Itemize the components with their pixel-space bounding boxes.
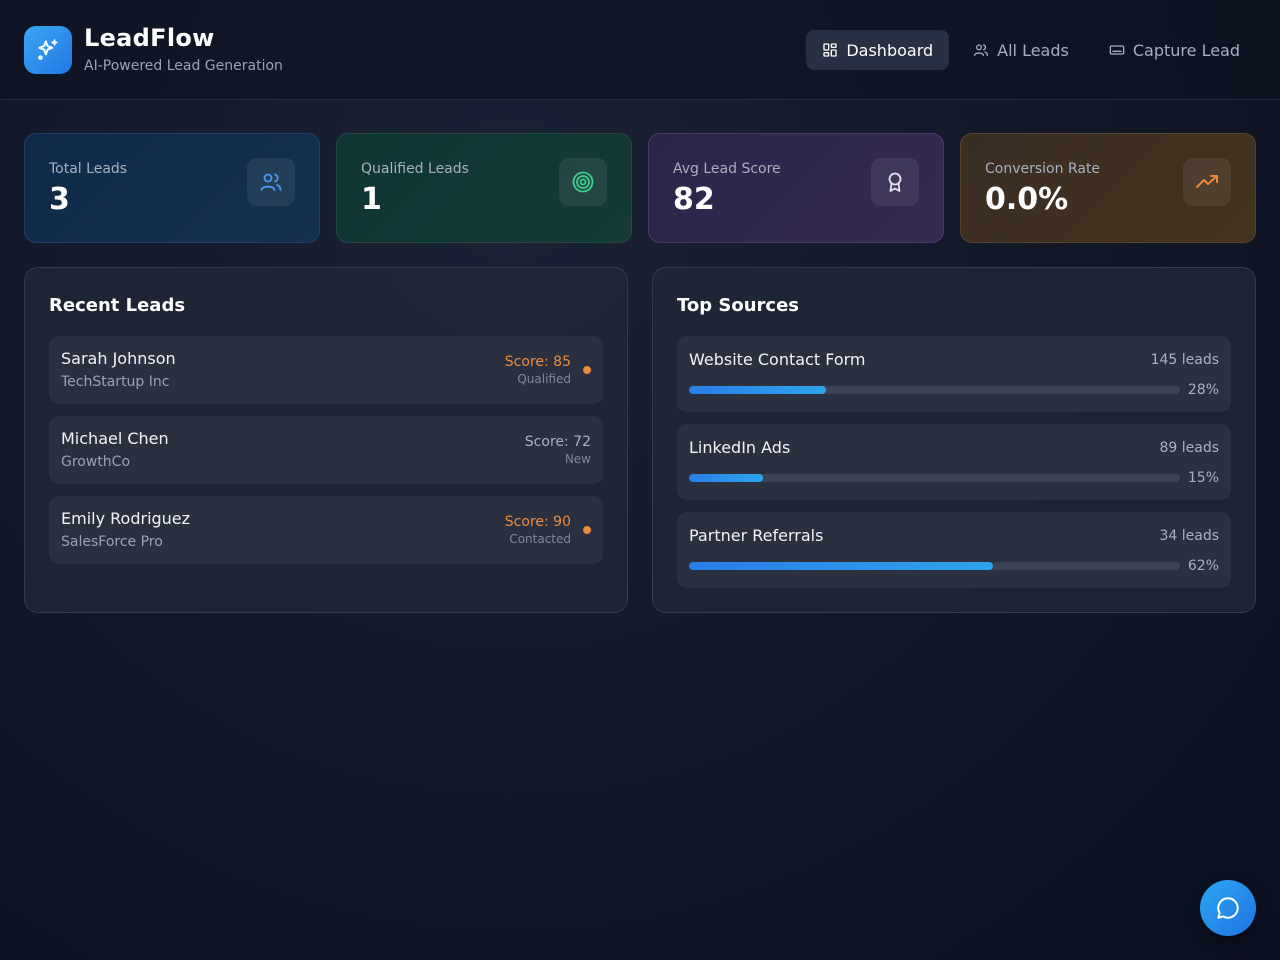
- stat-conversion-rate: Conversion Rate 0.0%: [960, 133, 1256, 243]
- lead-status: Qualified: [517, 372, 571, 386]
- hot-lead-dot: [583, 526, 591, 534]
- stat-value: 82: [673, 182, 715, 217]
- keyboard-icon: [1109, 45, 1125, 55]
- source-progress-track: [689, 386, 1180, 394]
- source-progress-fill: [689, 386, 827, 394]
- nav-capture-lead[interactable]: Capture Lead: [1093, 30, 1256, 70]
- app-logo[interactable]: [24, 26, 72, 74]
- users-icon: [974, 44, 989, 56]
- stat-value: 1: [361, 182, 382, 217]
- nav-capture-lead-label: Capture Lead: [1132, 40, 1240, 60]
- lead-company: TechStartup Inc: [61, 374, 170, 390]
- stat-label: Avg Lead Score: [673, 161, 781, 177]
- lead-name: Emily Rodriguez: [61, 509, 191, 528]
- stat-label: Conversion Rate: [985, 161, 1101, 177]
- nav-all-leads[interactable]: All Leads: [957, 30, 1085, 70]
- source-progress-fill: [689, 562, 994, 570]
- lead-score: Score: 90: [504, 514, 571, 530]
- stat-value: 0.0%: [985, 182, 1069, 217]
- source-progress-track: [689, 474, 1180, 482]
- lead-company: GrowthCo: [61, 454, 131, 470]
- list-item[interactable]: Michael Chen GrowthCo Score: 72 New: [49, 416, 603, 484]
- lead-name: Sarah Johnson: [61, 349, 176, 368]
- source-item: LinkedIn Ads 89 leads 15%: [677, 424, 1231, 500]
- list-item[interactable]: Emily Rodriguez SalesForce Pro Score: 90…: [49, 496, 603, 564]
- hot-lead-dot: [583, 366, 591, 374]
- lead-status: New: [564, 452, 591, 466]
- lead-name: Michael Chen: [61, 429, 169, 448]
- top-sources-panel: Top Sources Website Contact Form 145 lea…: [652, 267, 1256, 613]
- source-progress-fill: [689, 474, 763, 482]
- app-title: LeadFlow: [84, 24, 215, 52]
- source-item: Website Contact Form 145 leads 28%: [677, 336, 1231, 412]
- lead-company: SalesForce Pro: [61, 534, 163, 550]
- stat-qualified-leads: Qualified Leads 1: [336, 133, 632, 243]
- source-percent: 62%: [1187, 558, 1219, 574]
- stat-value: 3: [49, 182, 70, 217]
- source-percent: 28%: [1187, 382, 1219, 398]
- recent-leads-panel: Recent Leads Sarah Johnson TechStartup I…: [24, 267, 628, 613]
- stat-label: Total Leads: [49, 161, 128, 177]
- stat-total-leads: Total Leads 3: [24, 133, 320, 243]
- stat-icon-box: [247, 158, 295, 206]
- stat-icon-box: [1183, 158, 1231, 206]
- source-item: Partner Referrals 34 leads 62%: [677, 512, 1231, 588]
- app-subtitle: AI-Powered Lead Generation: [84, 58, 283, 74]
- nav-all-leads-label: All Leads: [997, 40, 1069, 60]
- stats-row: Total Leads 3 Qualified Leads 1 Avg Lead…: [24, 133, 1256, 243]
- source-percent: 15%: [1187, 470, 1219, 486]
- dashboard-grid-icon: [823, 43, 838, 57]
- target-icon: [572, 171, 594, 193]
- nav-dashboard-label: Dashboard: [846, 40, 934, 60]
- source-name: Partner Referrals: [689, 526, 824, 545]
- award-icon: [888, 172, 902, 192]
- chat-bubble-icon: [1217, 897, 1239, 919]
- stat-icon-box: [871, 158, 919, 206]
- panel-title: Top Sources: [677, 295, 800, 316]
- lead-score: Score: 72: [524, 434, 591, 450]
- source-progress-track: [689, 562, 1180, 570]
- stat-avg-lead-score: Avg Lead Score 82: [648, 133, 944, 243]
- source-count: 89 leads: [1159, 440, 1219, 456]
- stat-label: Qualified Leads: [361, 161, 469, 177]
- source-count: 34 leads: [1159, 528, 1219, 544]
- app-header: LeadFlow AI-Powered Lead Generation Dash…: [0, 0, 1280, 100]
- trending-up-icon: [1196, 175, 1218, 188]
- panel-title: Recent Leads: [49, 295, 186, 316]
- lead-status: Contacted: [509, 532, 571, 546]
- main-nav: Dashboard All Leads Capture Lead: [806, 30, 1256, 70]
- nav-dashboard[interactable]: Dashboard: [806, 30, 950, 70]
- source-count: 145 leads: [1150, 352, 1219, 368]
- source-name: Website Contact Form: [689, 350, 866, 369]
- users-icon: [260, 173, 282, 191]
- list-item[interactable]: Sarah Johnson TechStartup Inc Score: 85 …: [49, 336, 603, 404]
- source-name: LinkedIn Ads: [689, 438, 791, 457]
- lead-score: Score: 85: [504, 354, 571, 370]
- stat-icon-box: [559, 158, 607, 206]
- chat-button[interactable]: [1200, 880, 1256, 936]
- sparkles-icon: [38, 39, 58, 60]
